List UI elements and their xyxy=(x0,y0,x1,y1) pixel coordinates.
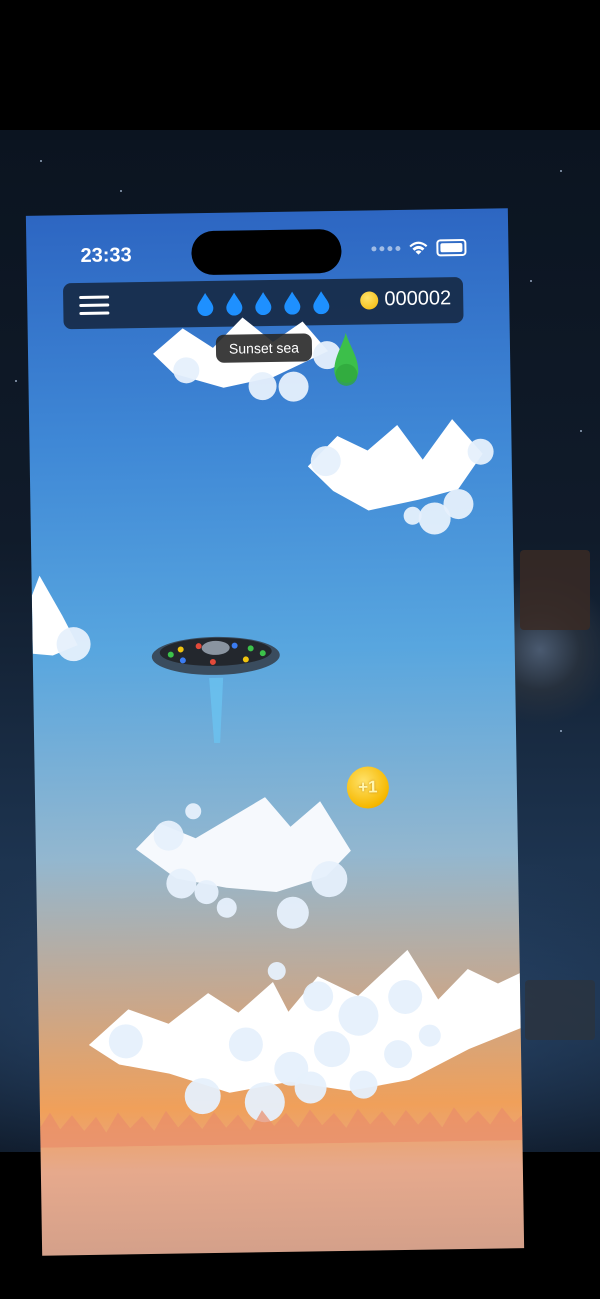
cloud-bank xyxy=(87,938,522,1125)
spike-floor xyxy=(40,1107,523,1148)
cellular-signal-icon xyxy=(371,245,401,252)
ufo-player[interactable] xyxy=(150,617,282,749)
space-station xyxy=(520,550,590,630)
status-icons xyxy=(371,238,467,257)
level-name-tooltip: Sunset sea xyxy=(215,333,313,363)
hamburger-menu-icon[interactable] xyxy=(79,295,110,316)
star xyxy=(530,280,532,282)
star xyxy=(580,430,582,432)
coin-count: 000002 xyxy=(384,287,452,311)
space-station xyxy=(525,980,595,1040)
cloud xyxy=(307,413,499,535)
status-time: 23:33 xyxy=(80,244,132,267)
star xyxy=(560,170,562,172)
coin-counter: 000002 xyxy=(360,287,451,311)
battery-icon xyxy=(436,238,467,257)
green-drop-powerup xyxy=(334,332,359,386)
game-screen[interactable]: 23:33 000002 Sunset sea +1 xyxy=(25,208,525,1256)
cloud xyxy=(31,575,93,666)
coin-icon xyxy=(360,290,379,310)
star xyxy=(120,190,122,192)
star xyxy=(40,160,42,162)
dynamic-island xyxy=(191,228,342,276)
wifi-icon xyxy=(409,241,428,255)
star xyxy=(560,730,562,732)
cloud xyxy=(135,796,367,929)
star xyxy=(15,380,17,382)
